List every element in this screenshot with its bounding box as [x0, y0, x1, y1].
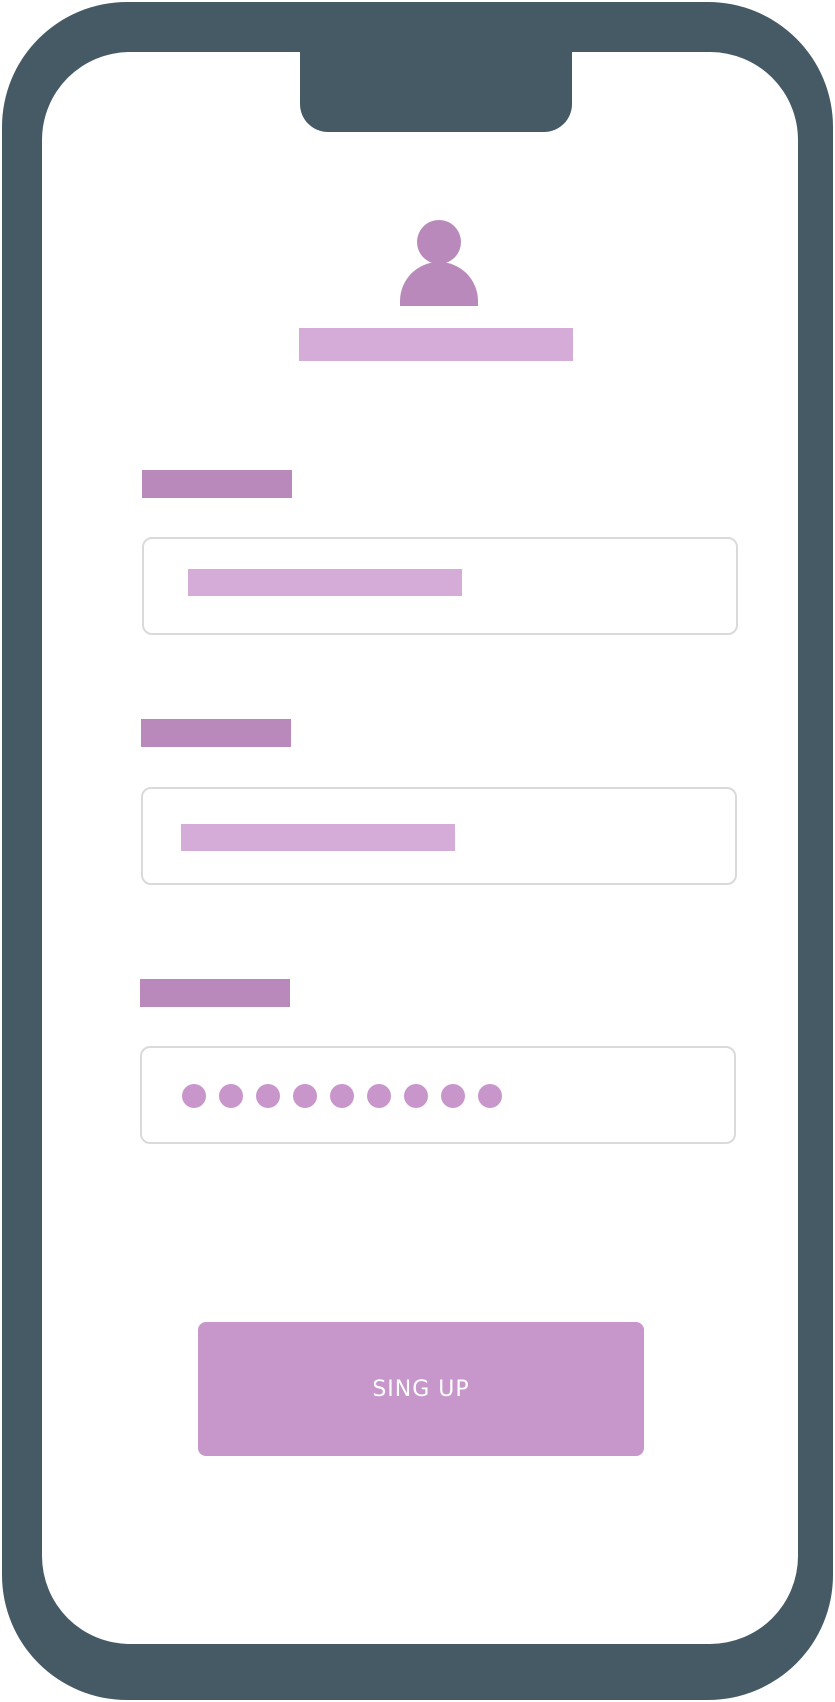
phone-screen: SING UP	[42, 52, 798, 1644]
input-value-2	[181, 824, 455, 851]
password-dot	[256, 1084, 280, 1108]
phone-frame: SING UP	[2, 2, 833, 1700]
text-input-1[interactable]	[142, 537, 738, 635]
password-dot	[478, 1084, 502, 1108]
phone-notch	[300, 52, 572, 132]
field-label-2	[141, 719, 291, 747]
user-icon-body	[400, 262, 478, 306]
password-dot	[404, 1084, 428, 1108]
password-dot	[367, 1084, 391, 1108]
signup-button-label: SING UP	[372, 1376, 470, 1402]
user-icon	[400, 220, 480, 306]
password-dot	[219, 1084, 243, 1108]
password-dots	[182, 1084, 502, 1108]
field-label-1	[142, 470, 292, 498]
field-label-password	[140, 979, 290, 1007]
user-icon-head	[417, 220, 461, 264]
signup-button[interactable]: SING UP	[198, 1322, 644, 1456]
title-placeholder	[299, 328, 573, 361]
input-value-1	[188, 569, 462, 596]
text-input-2[interactable]	[141, 787, 737, 885]
password-dot	[441, 1084, 465, 1108]
password-dot	[182, 1084, 206, 1108]
password-dot	[330, 1084, 354, 1108]
password-dot	[293, 1084, 317, 1108]
password-input[interactable]	[140, 1046, 736, 1144]
